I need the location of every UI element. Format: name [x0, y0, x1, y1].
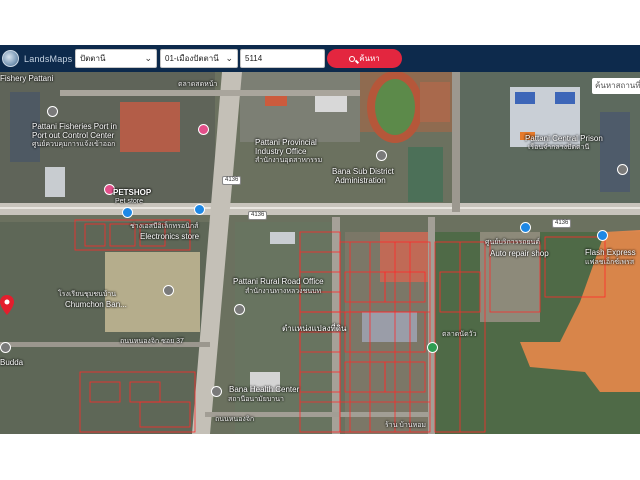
app-logo[interactable]: LandsMaps — [2, 50, 72, 67]
route-shield: 4136 — [552, 219, 572, 228]
label-petshop: PETSHOP — [113, 188, 152, 197]
label-road-thai-2: ถนนหนองจิก — [215, 416, 255, 423]
place-icon[interactable] — [47, 106, 58, 117]
label-electronics: Electronics store — [140, 232, 200, 241]
label-industry-thai: สำนักงานอุตสาหกรรม — [255, 157, 323, 164]
label-administration: Administration — [335, 176, 386, 185]
chevron-down-icon: ⌄ — [225, 53, 233, 63]
park-icon[interactable] — [427, 342, 438, 353]
electronics-icon[interactable] — [122, 207, 133, 218]
province-value: ปัตตานี — [80, 54, 106, 63]
label-central-prison: Pattani Central Prison — [525, 134, 603, 143]
place-icon[interactable] — [0, 342, 11, 353]
search-button[interactable]: ค้นหา — [327, 49, 402, 68]
label-health-thai: สถานีอนามัยบานา — [228, 396, 284, 403]
label-electronics-thai: ช่างเอสบีอิเล็กทรอนิกส์ — [130, 223, 199, 230]
label-rural-road: Pattani Rural Road Office — [233, 277, 324, 286]
district-value: 01-เมืองปัตตานี — [165, 54, 219, 63]
label-chumchon: Chumchon Ban... — [65, 300, 127, 309]
route-shield: 4136 — [248, 211, 268, 220]
label-bottom-thai: ร้าน บ้านหอม — [385, 422, 427, 429]
label-port-control: Port out Control Center — [32, 131, 115, 140]
label-flash-thai: แฟลชเอ็กซ์เพรส — [585, 259, 635, 266]
label-budda: Budda — [0, 358, 24, 367]
label-health-center: Bana Health Center — [229, 385, 300, 394]
route-shield: 4136 — [222, 176, 242, 185]
map-place-search[interactable]: ค้นหาสถานที่ — [592, 78, 640, 94]
label-pet-store: Pet store — [115, 198, 144, 205]
hospital-icon[interactable] — [211, 386, 222, 397]
province-select[interactable]: ปัตตานี ⌄ — [75, 49, 157, 68]
district-select[interactable]: 01-เมืองปัตตานี ⌄ — [160, 49, 238, 68]
label-fisheries-port: Pattani Fisheries Port in — [32, 122, 117, 131]
parcel-number-input[interactable] — [240, 49, 325, 68]
label-autorepair: Auto repair shop — [490, 249, 549, 258]
app-name: LandsMaps — [24, 53, 73, 64]
search-icon — [349, 55, 356, 62]
chevron-down-icon: ⌄ — [144, 53, 152, 63]
label-rural-thai: สำนักงานทางหลวงชนบท — [245, 288, 322, 295]
label-fishery: Fishery Pattani — [0, 74, 54, 83]
label-prison-thai: เรือนจำกลางปัตตานี — [528, 144, 590, 151]
prison-icon[interactable] — [617, 164, 628, 175]
label-port-thai: ศูนย์ควบคุมการแจ้งเข้าออก — [32, 141, 116, 148]
label-industry: Industry Office — [255, 147, 307, 156]
school-icon[interactable] — [163, 285, 174, 296]
label-flash: Flash Express — [585, 248, 636, 257]
satellite-map[interactable]: ค้นหาสถานที่ Fishery Pattani ตลาดสดหน้า … — [0, 72, 640, 434]
auto-repair-icon[interactable] — [520, 222, 531, 233]
label-chumchon-thai: โรงเรียนชุมชนบ้าน — [58, 291, 117, 298]
label-provincial: Pattani Provincial — [255, 138, 317, 147]
delivery-icon[interactable] — [597, 230, 608, 241]
globe-icon — [2, 50, 19, 67]
government-icon[interactable] — [376, 150, 387, 161]
label-bana-sub: Bana Sub District — [332, 167, 394, 176]
shopping-icon[interactable] — [198, 124, 209, 135]
location-pin-icon[interactable] — [0, 295, 14, 315]
label-cattle: ตลาดนัดวัว — [442, 331, 477, 338]
government-icon[interactable] — [234, 304, 245, 315]
label-top-thai: ตลาดสดหน้า — [178, 81, 218, 88]
label-tambon: ตำแหน่งแปลงที่ดิน — [282, 324, 347, 333]
top-toolbar: LandsMaps ปัตตานี ⌄ 01-เมืองปัตตานี ⌄ ค้… — [0, 45, 640, 72]
shopping-cart-icon[interactable] — [194, 204, 205, 215]
label-autorepair-thai: ศูนย์บริการรถยนต์ — [485, 239, 540, 246]
label-road-thai-1: ถนนหนองจิก ซอย 37 — [120, 338, 184, 345]
search-button-label: ค้นหา — [359, 54, 380, 63]
